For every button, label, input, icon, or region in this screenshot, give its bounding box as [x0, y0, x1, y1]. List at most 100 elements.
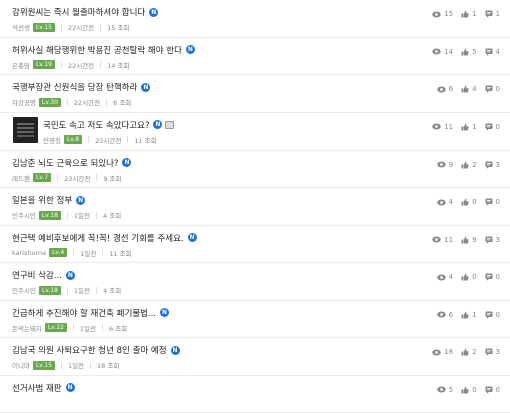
list-item[interactable]: 연구비 삭감... N 민주시민 Lv.18 1일전 4 조회 4 0 0 — [0, 263, 510, 301]
list-item[interactable]: 선거사범 재판 N 5 0 0 — [0, 376, 510, 413]
post-stats: 6 4 0 — [429, 85, 500, 93]
likes-stat: 0 — [461, 273, 476, 281]
likes-count: 2 — [472, 161, 476, 169]
eye-icon — [437, 386, 446, 393]
eye-icon — [437, 274, 446, 281]
post-stats: 15 1 1 — [424, 10, 500, 18]
divider — [88, 136, 89, 143]
view-count-text: 4 조회 — [103, 285, 121, 295]
likes-count: 0 — [472, 386, 476, 394]
post-title[interactable]: 현근택 예비후보에게 꼭!꼭! 경선 기회를 주세요. — [12, 232, 184, 244]
post-title[interactable]: 긴급하게 추진해야 할 재건축 폐기물법... — [12, 307, 156, 319]
level-badge: Lv.7 — [33, 173, 51, 182]
view-count-text: 9 조회 — [103, 173, 121, 183]
divider — [100, 61, 101, 68]
thumbs-up-icon — [461, 386, 469, 394]
comments-count: 0 — [496, 85, 500, 93]
likes-stat: 0 — [461, 386, 476, 394]
list-item[interactable]: 국행부장관 신원식을 당장 탄핵하라 N 자강공명 Lv.30 22시간전 6 … — [0, 75, 510, 113]
comments-count: 0 — [496, 386, 500, 394]
post-title[interactable]: 국행부장관 신원식을 당장 탄핵하라 — [12, 81, 137, 93]
author-name[interactable]: karishuma — [12, 249, 46, 257]
likes-stat: 2 — [461, 348, 476, 356]
views-count: 9 — [449, 161, 453, 169]
comment-icon — [485, 10, 493, 18]
list-item[interactable]: 현근택 예비후보에게 꼭!꼭! 경선 기회를 주세요. N karishuma … — [0, 226, 510, 264]
thumbs-up-icon — [461, 85, 469, 93]
likes-stat: 1 — [461, 123, 476, 131]
post-title[interactable]: 선거사범 재판 — [12, 382, 62, 394]
thumbs-up-icon — [461, 311, 469, 319]
level-badge: Lv.18 — [39, 211, 61, 220]
new-badge: N — [76, 196, 85, 205]
list-item[interactable]: 허위사실 해당행위한 박용진 공천탈락 해야 한다 N 은총맘 Lv.19 22… — [0, 38, 510, 76]
author-name[interactable]: 이니마 — [12, 360, 30, 370]
author-name[interactable]: 자강공명 — [12, 97, 36, 107]
post-title[interactable]: 연구비 삭감... — [12, 269, 62, 281]
author-name[interactable]: 석선생 — [12, 22, 30, 32]
author-name[interactable]: 민주시민 — [12, 210, 36, 220]
post-title[interactable]: 허위사실 해당행위한 박용진 공천탈락 해야 한다 — [12, 44, 182, 56]
views-stat: 15 — [432, 10, 453, 18]
post-title[interactable]: 일본을 위한 정부 — [12, 194, 72, 206]
views-count: 11 — [444, 236, 453, 244]
comment-icon — [485, 311, 493, 319]
views-stat: 9 — [437, 161, 453, 169]
list-item[interactable]: 김남국 의원 사퇴요구한 청년 8인 출마 예정 N 이니마 Lv.15 1일전… — [0, 338, 510, 376]
divider — [57, 174, 58, 181]
list-item[interactable]: 강위원씨는 즉시 월출마하셔야 합니다 N 석선생 Lv.15 22시간전 15… — [0, 0, 510, 38]
thumbs-up-icon — [461, 273, 469, 281]
post-time: 1일전 — [80, 323, 96, 333]
views-count: 4 — [449, 198, 453, 206]
list-item[interactable]: 김남준 뇌도 근육으로 되있나? N 레드펜 Lv.7 23시간전 9 조회 9… — [0, 151, 510, 189]
new-badge: N — [122, 158, 131, 167]
comments-count: 3 — [496, 161, 500, 169]
post-time: 22시간전 — [68, 22, 94, 32]
author-name[interactable]: 레드펜 — [12, 173, 30, 183]
post-title[interactable]: 김남국 의원 사퇴요구한 청년 8인 출마 예정 — [12, 344, 167, 356]
eye-icon — [432, 236, 441, 243]
level-badge: Lv.15 — [33, 23, 55, 32]
image-attachment-icon — [165, 121, 174, 129]
new-badge: N — [66, 383, 75, 392]
post-stats: 4 0 0 — [429, 198, 500, 206]
post-meta: 자강공명 Lv.30 22시간전 6 조회 — [12, 95, 510, 109]
post-title[interactable]: 김남준 뇌도 근육으로 되있나? — [12, 157, 118, 169]
list-item[interactable]: 긴급하게 추진해야 할 재건축 폐기물법... N 돈먹는돼지 Lv.22 1일… — [0, 301, 510, 339]
author-name[interactable]: 은총맘 — [12, 60, 30, 70]
new-badge: N — [160, 308, 169, 317]
comments-count: 4 — [496, 48, 500, 56]
author-name[interactable]: 민영칭 — [43, 135, 61, 145]
likes-count: 0 — [472, 273, 476, 281]
level-badge: Lv.18 — [39, 286, 61, 295]
list-item[interactable]: 국민도 속고 저도 속았다고요? N 민영칭 Lv.8 23시간전 11 조회 … — [0, 113, 510, 151]
comments-stat: 0 — [485, 386, 500, 394]
thumbs-up-icon — [461, 123, 469, 131]
likes-stat: 2 — [461, 161, 476, 169]
post-title[interactable]: 국민도 속고 저도 속았다고요? — [43, 119, 149, 131]
post-stats: 14 5 4 — [424, 48, 500, 56]
eye-icon — [432, 349, 441, 356]
divider — [90, 362, 91, 369]
post-thumbnail[interactable] — [13, 117, 38, 143]
post-title[interactable]: 강위원씨는 즉시 월출마하셔야 합니다 — [12, 6, 145, 18]
list-item[interactable]: 일본을 위한 정부 N 민주시민 Lv.18 1일전 4 조회 4 0 0 — [0, 188, 510, 226]
post-stats: 18 2 3 — [424, 348, 500, 356]
views-stat: 18 — [432, 348, 453, 356]
likes-count: 5 — [472, 48, 476, 56]
comment-icon — [485, 85, 493, 93]
likes-count: 1 — [472, 10, 476, 18]
author-name[interactable]: 돈먹는돼지 — [12, 323, 42, 333]
eye-icon — [437, 86, 446, 93]
likes-count: 1 — [472, 311, 476, 319]
post-meta: 민주시민 Lv.18 1일전 4 조회 — [12, 208, 510, 222]
views-stat: 11 — [432, 236, 453, 244]
post-stats: 6 1 0 — [429, 311, 500, 319]
views-stat: 5 — [437, 386, 453, 394]
comments-count: 0 — [496, 198, 500, 206]
post-meta: 은총맘 Lv.19 22시간전 14 조회 — [12, 58, 510, 72]
likes-stat: 4 — [461, 85, 476, 93]
new-badge: N — [66, 271, 75, 280]
likes-stat: 5 — [461, 48, 476, 56]
author-name[interactable]: 민주시민 — [12, 285, 36, 295]
